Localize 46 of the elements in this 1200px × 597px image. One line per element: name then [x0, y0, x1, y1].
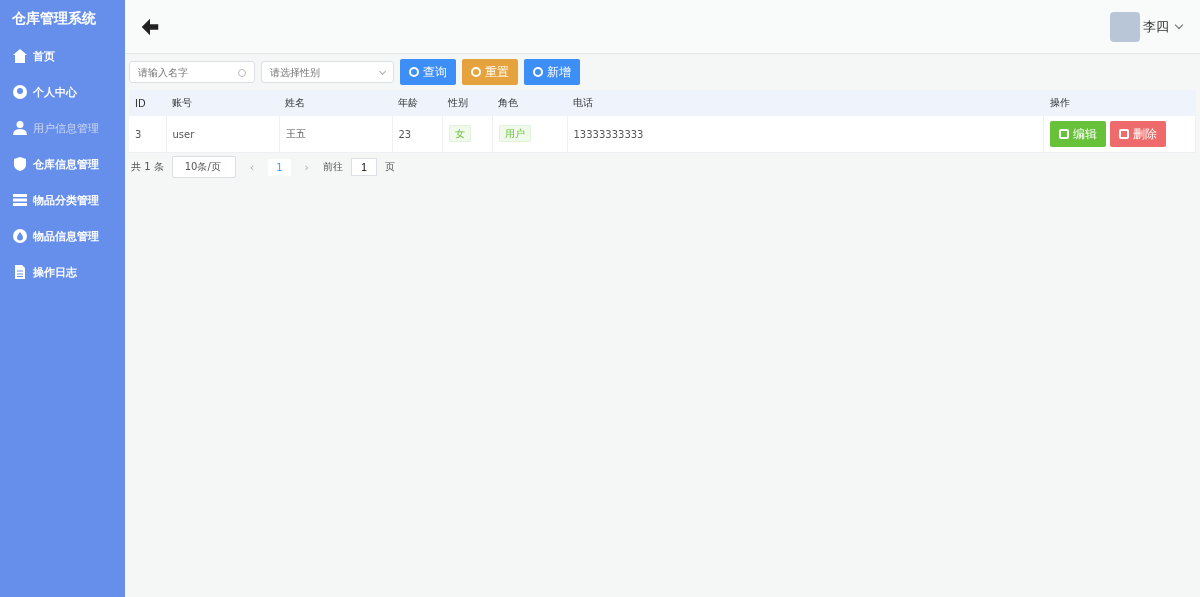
- shield-icon: [12, 156, 28, 172]
- home-icon: [12, 48, 28, 64]
- sidebar-item[interactable]: 操作日志: [12, 254, 77, 290]
- column-header: 性别: [442, 90, 492, 116]
- gender-select[interactable]: 请选择性别: [261, 61, 394, 83]
- document-icon: [12, 264, 28, 280]
- column-header: ID: [129, 90, 166, 116]
- sidebar-item[interactable]: 用户信息管理: [12, 110, 99, 146]
- list-icon: [12, 192, 28, 208]
- edit-button[interactable]: 编辑: [1050, 121, 1106, 147]
- sidebar-item[interactable]: 物品分类管理: [12, 182, 99, 218]
- column-header: 操作: [1043, 90, 1196, 116]
- reset-button[interactable]: 重置: [462, 59, 518, 85]
- delete-button[interactable]: 删除: [1110, 121, 1166, 147]
- search-button[interactable]: 查询: [400, 59, 456, 85]
- column-header: 角色: [492, 90, 567, 116]
- table-cell: 王五: [279, 116, 392, 153]
- user-name[interactable]: 李四: [1143, 17, 1169, 36]
- page-suffix: 页: [385, 160, 395, 174]
- sidebar-item[interactable]: 物品信息管理: [12, 218, 99, 254]
- role-tag: 用户: [498, 125, 531, 142]
- page-size-select[interactable]: 10条/页: [171, 156, 236, 178]
- table-cell: 3: [129, 116, 166, 153]
- column-header: 年龄: [392, 90, 442, 116]
- total-count: 共 1 条: [131, 160, 164, 174]
- goto-label: 前往: [323, 160, 343, 174]
- add-button[interactable]: 新增: [524, 59, 580, 85]
- user-icon: [12, 120, 28, 136]
- gender-tag: 女: [448, 125, 471, 142]
- table-cell: 13333333333: [567, 116, 1044, 153]
- column-header: 账号: [166, 90, 279, 116]
- drop-icon: [12, 228, 28, 244]
- previous-page-button[interactable]: ‹: [243, 160, 261, 174]
- page-input[interactable]: 1: [351, 158, 377, 176]
- sidebar-item[interactable]: 仓库信息管理: [12, 146, 99, 182]
- column-header: 电话: [567, 90, 1044, 116]
- name-search-field[interactable]: 请输入名字: [129, 61, 255, 83]
- column-header: 姓名: [279, 90, 392, 116]
- page-number[interactable]: 1: [268, 158, 291, 176]
- next-page-button[interactable]: ›: [298, 160, 315, 174]
- sidebar-item[interactable]: 个人中心: [12, 74, 77, 110]
- app-title: 仓库管理系统: [12, 10, 97, 28]
- sidebar-item[interactable]: 首页: [12, 38, 55, 74]
- avatar[interactable]: [1110, 11, 1140, 42]
- table-cell: 23: [392, 116, 442, 153]
- table-cell: user: [166, 116, 279, 153]
